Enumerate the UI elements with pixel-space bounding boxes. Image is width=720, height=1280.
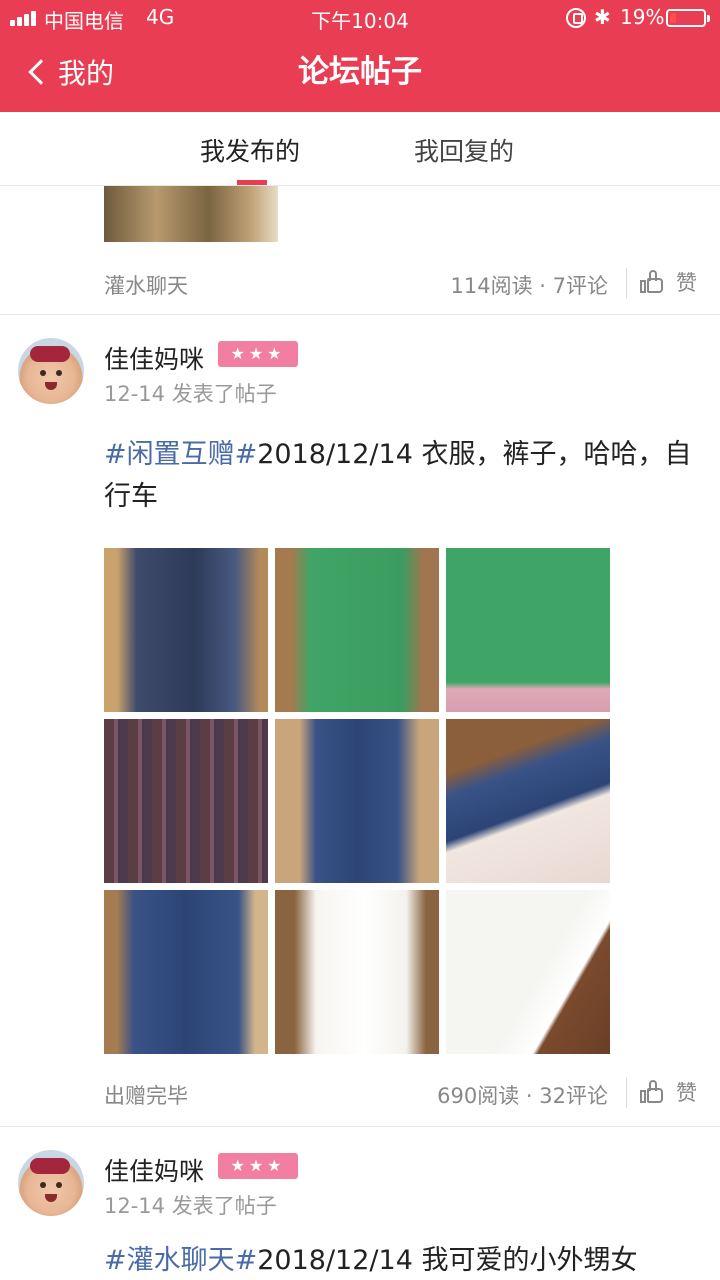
green-zip-hoodie-photo[interactable] (275, 548, 439, 712)
white-tshirt-photo[interactable] (275, 890, 439, 1054)
post-body: 2018/12/14 我可爱的小外甥女 (257, 1245, 638, 1276)
avatar[interactable] (18, 1150, 84, 1216)
tab-bar: 我发布的 我回复的 (0, 112, 720, 186)
jeans-cuff-photo[interactable] (446, 719, 610, 883)
image-grid (104, 548, 610, 1054)
like-button[interactable]: 赞 (640, 1077, 697, 1107)
post-time: 12-14 发表了帖子 (104, 382, 277, 406)
battery-percent: 19% (620, 5, 665, 29)
blue-jeans-photo[interactable] (275, 719, 439, 883)
green-hoodie-back-photo[interactable] (446, 548, 610, 712)
divider (626, 1078, 627, 1108)
tab-replied[interactable]: 我回复的 (414, 132, 514, 168)
thumbs-up-icon (640, 1080, 664, 1104)
like-label: 赞 (676, 271, 697, 295)
like-label: 赞 (676, 1081, 697, 1105)
thumbs-up-icon (640, 270, 664, 294)
app-header: 中国电信 4G 下午10:04 ✱ 19% 我的 论坛帖子 (0, 0, 720, 112)
post-tag[interactable]: #灌水聊天# (104, 1245, 257, 1276)
author-name[interactable]: 佳佳妈咪 (104, 340, 204, 376)
plaid-shirt-photo[interactable] (104, 719, 268, 883)
post-divider (0, 1126, 720, 1127)
like-button[interactable]: 赞 (640, 267, 697, 297)
bluetooth-icon: ✱ (594, 5, 611, 29)
page-title: 论坛帖子 (298, 54, 422, 90)
jeans-back-photo[interactable] (104, 890, 268, 1054)
rotation-lock-icon (566, 8, 586, 28)
divider (626, 268, 627, 298)
level-badge: ★★★ (218, 341, 298, 367)
avatar[interactable] (18, 338, 84, 404)
post-category[interactable]: 出赠完毕 (104, 1080, 188, 1110)
denim-dress-photo[interactable] (104, 548, 268, 712)
post-meta-row: 灌水聊天 114阅读 · 7评论 赞 (0, 264, 720, 304)
post-image[interactable] (104, 186, 278, 242)
post-text[interactable]: #灌水聊天#2018/12/14 我可爱的小外甥女 (104, 1240, 704, 1280)
level-badge: ★★★ (218, 1153, 298, 1179)
post-stats: 114阅读 · 7评论 (450, 274, 608, 298)
tab-published[interactable]: 我发布的 (200, 132, 300, 168)
battery-icon (666, 9, 710, 27)
post-stats: 690阅读 · 32评论 (437, 1084, 608, 1108)
post-category[interactable]: 灌水聊天 (104, 270, 188, 300)
active-tab-indicator (237, 180, 267, 185)
battery-level (670, 13, 676, 23)
post-meta-row: 出赠完毕 690阅读 · 32评论 赞 (0, 1074, 720, 1114)
post-tag[interactable]: #闲置互赠# (104, 439, 257, 470)
status-bar: 中国电信 4G 下午10:04 ✱ 19% (0, 0, 720, 36)
status-time: 下午10:04 (311, 9, 409, 33)
post-time: 12-14 发表了帖子 (104, 1194, 277, 1218)
author-name[interactable]: 佳佳妈咪 (104, 1152, 204, 1188)
post-divider (0, 314, 720, 315)
white-sleeve-photo[interactable] (446, 890, 610, 1054)
post-text[interactable]: #闲置互赠#2018/12/14 衣服，裤子，哈哈，自行车 (104, 434, 704, 518)
